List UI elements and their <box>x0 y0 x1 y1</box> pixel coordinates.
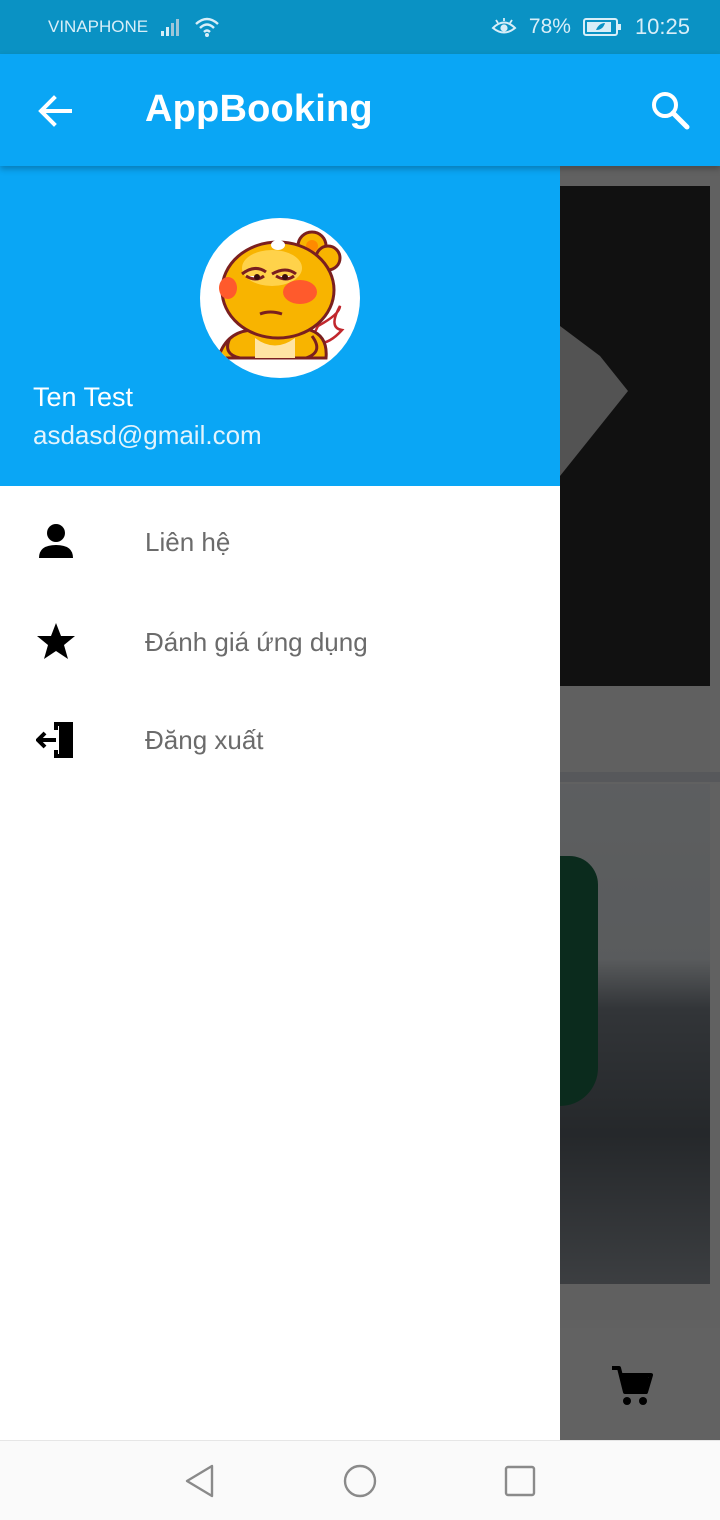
wifi-icon <box>195 17 219 37</box>
menu-item-rate-app[interactable]: Đánh giá ứng dụng <box>0 594 560 690</box>
menu-item-label: Đăng xuất <box>145 724 264 755</box>
menu-item-label: Liên hệ <box>145 526 231 557</box>
screen: VINAPHONE 78% 10:25 AppBooking Ten Test … <box>0 0 720 1520</box>
avatar[interactable] <box>200 218 360 378</box>
person-icon <box>39 524 73 558</box>
recents-square-icon[interactable] <box>502 1463 538 1499</box>
status-right: 78% 10:25 <box>491 14 690 40</box>
back-triangle-icon[interactable] <box>182 1463 218 1499</box>
battery-percent: 78% <box>528 15 571 38</box>
logout-door-icon <box>36 722 73 758</box>
status-left: VINAPHONE <box>48 16 220 38</box>
cartoon-mascot-avatar <box>218 230 345 360</box>
system-nav-bar <box>0 1440 720 1520</box>
battery-icon <box>582 18 621 36</box>
eye-comfort-icon <box>491 18 517 34</box>
status-bar: VINAPHONE 78% 10:25 <box>0 0 720 54</box>
arrow-left-icon[interactable] <box>34 90 76 132</box>
user-email: asdasd@gmail.com <box>33 420 262 450</box>
menu-item-logout[interactable]: Đăng xuất <box>0 692 560 788</box>
user-name: Ten Test <box>33 382 134 412</box>
drawer-header: Ten Test asdasd@gmail.com <box>0 166 560 486</box>
app-title: AppBooking <box>145 88 373 130</box>
menu-item-contact[interactable]: Liên hệ <box>0 494 560 590</box>
signal-icon <box>161 19 180 36</box>
home-circle-icon[interactable] <box>342 1463 378 1499</box>
star-icon <box>37 623 75 659</box>
app-bar: AppBooking <box>0 54 720 166</box>
menu-item-label: Đánh giá ứng dụng <box>145 626 368 657</box>
navigation-drawer: Ten Test asdasd@gmail.com Liên hệ Đánh g… <box>0 166 560 1440</box>
clock: 10:25 <box>634 14 690 39</box>
search-icon[interactable] <box>648 88 692 132</box>
carrier-label: VINAPHONE <box>48 17 149 36</box>
